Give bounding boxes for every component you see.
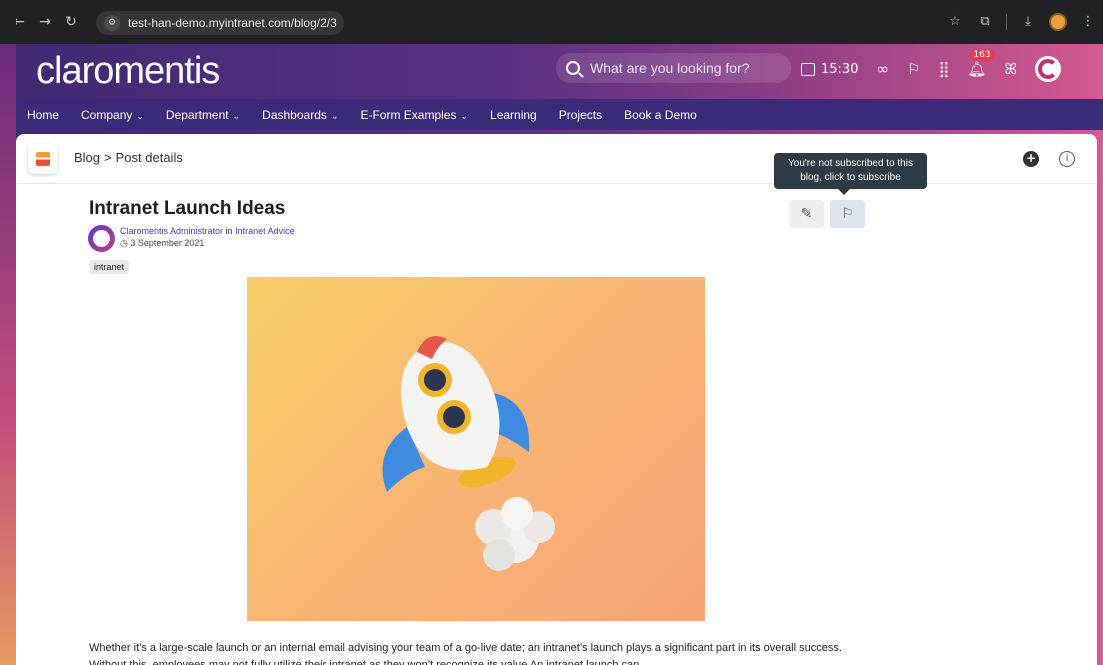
author-link[interactable]: Claromentis Administrator bbox=[120, 226, 223, 236]
nav-department[interactable]: Department ⌄ bbox=[166, 108, 240, 122]
url-text: test-han-demo.myintranet.com/blog/2/3 bbox=[128, 16, 337, 30]
header-actions: 15:30 ∞ ⚐ ⣿ 🔔︎ 163 ꕤ bbox=[801, 49, 1061, 82]
breadcrumb-blog-link[interactable]: Blog bbox=[74, 150, 100, 165]
chevron-down-icon: ⌄ bbox=[136, 110, 144, 121]
apps-grid-icon[interactable]: ⣿ bbox=[938, 59, 949, 79]
add-icon[interactable]: + bbox=[1023, 151, 1039, 167]
nav-label: Company bbox=[81, 107, 133, 122]
tag-badge[interactable]: intranet bbox=[89, 260, 130, 274]
bell-icon: 🔔︎ bbox=[967, 60, 987, 78]
blog-app-icon bbox=[28, 144, 58, 174]
category-link[interactable]: Intranet Advice bbox=[235, 226, 295, 236]
nav-learning[interactable]: Learning bbox=[490, 108, 537, 122]
hero-image bbox=[247, 277, 705, 621]
search-input[interactable] bbox=[590, 60, 780, 76]
nav-company[interactable]: Company ⌄ bbox=[81, 108, 144, 122]
nav-book-demo[interactable]: Book a Demo bbox=[624, 108, 697, 122]
user-avatar[interactable] bbox=[1034, 56, 1061, 82]
bookmark-icon[interactable]: ⚐ bbox=[907, 59, 920, 79]
post-title: Intranet Launch Ideas bbox=[89, 198, 286, 219]
info-icon[interactable]: i bbox=[1059, 151, 1075, 167]
rocket-illustration bbox=[382, 335, 555, 571]
edit-icon: ✎ bbox=[800, 206, 813, 222]
nav-home[interactable]: Home bbox=[27, 108, 59, 122]
nav-label: E-Form Examples bbox=[360, 107, 457, 122]
calendar-icon bbox=[801, 62, 815, 76]
content-card: Blog > Post details + i You're not subscri… bbox=[16, 134, 1097, 665]
post-date: ◷ 3 September 2021 bbox=[120, 238, 204, 249]
people-icon[interactable]: ꕤ bbox=[1004, 59, 1016, 79]
link-icon[interactable]: ∞ bbox=[876, 59, 889, 79]
nav-label: Dashboards bbox=[262, 107, 327, 122]
author-avatar[interactable] bbox=[88, 225, 115, 252]
search-icon bbox=[566, 61, 580, 75]
nav-label: Projects bbox=[558, 107, 603, 122]
forward-icon[interactable]: → bbox=[36, 13, 54, 31]
nav-label: Book a Demo bbox=[624, 107, 697, 122]
tooltip-line: You're not subscribed to this bbox=[788, 158, 913, 169]
app-window: claromentis 15:30 ∞ ⚐ ⣿ 🔔︎ 163 ꕤ Home Co… bbox=[16, 44, 1103, 665]
clock-icon: ◷ bbox=[120, 238, 128, 248]
browser-actions: ☆ ⧉ ⤓ ⋮ bbox=[946, 10, 1097, 34]
profile-icon[interactable] bbox=[1049, 13, 1067, 31]
app-header: claromentis 15:30 ∞ ⚐ ⣿ 🔔︎ 163 ꕤ bbox=[16, 44, 1103, 99]
tooltip-line: blog, click to subscribe bbox=[800, 172, 901, 183]
star-icon[interactable]: ☆ bbox=[946, 13, 964, 31]
nav-label: Home bbox=[27, 107, 60, 122]
divider bbox=[1006, 14, 1007, 30]
address-bar[interactable]: ⚙ test-han-demo.myintranet.com/blog/2/3 bbox=[96, 11, 344, 35]
nav-label: Learning bbox=[490, 107, 537, 122]
app-logo[interactable]: claromentis bbox=[36, 50, 220, 93]
notifications-button[interactable]: 🔔︎ 163 bbox=[967, 49, 995, 79]
in-word: in bbox=[225, 226, 233, 236]
browser-toolbar: ← → ↻ ⚙ test-han-demo.myintranet.com/blo… bbox=[0, 0, 1103, 44]
chevron-down-icon: ⌄ bbox=[460, 110, 469, 121]
extensions-icon[interactable]: ⧉ bbox=[976, 13, 994, 31]
edit-button[interactable]: ✎ bbox=[789, 200, 824, 228]
nav-dashboards[interactable]: Dashboards ⌄ bbox=[262, 108, 338, 122]
search-box[interactable] bbox=[556, 53, 791, 83]
page-header: Blog > Post details + i bbox=[16, 134, 1097, 184]
nav-eform-examples[interactable]: E-Form Examples ⌄ bbox=[360, 108, 468, 122]
reload-icon[interactable]: ↻ bbox=[62, 13, 80, 31]
site-info-icon[interactable]: ⚙ bbox=[104, 15, 120, 31]
window-backdrop bbox=[0, 0, 16, 665]
clock-time: 15:30 bbox=[821, 61, 859, 77]
more-icon[interactable]: ⋮ bbox=[1079, 13, 1097, 31]
notification-badge: 163 bbox=[969, 49, 995, 61]
nav-label: Department bbox=[165, 107, 229, 122]
nav-projects[interactable]: Projects bbox=[559, 108, 602, 122]
calendar-button[interactable]: 15:30 bbox=[801, 62, 858, 77]
post-body: Whether it’s a large-scale launch or an … bbox=[89, 642, 842, 665]
subscribe-tooltip: You're not subscribed to this blog, clic… bbox=[774, 153, 927, 195]
breadcrumb-current: Post details bbox=[115, 150, 183, 165]
flag-icon: ⚐ bbox=[841, 206, 854, 222]
subscribe-button[interactable]: ⚐ bbox=[830, 200, 865, 228]
post-date-text: 3 September 2021 bbox=[130, 238, 205, 248]
author-line: Claromentis Administrator in Intranet Ad… bbox=[120, 226, 295, 236]
breadcrumb-separator: > bbox=[104, 150, 112, 165]
chevron-down-icon: ⌄ bbox=[232, 110, 241, 121]
chevron-down-icon: ⌄ bbox=[330, 110, 339, 121]
breadcrumb: Blog > Post details bbox=[74, 150, 183, 165]
download-icon[interactable]: ⤓ bbox=[1019, 13, 1037, 31]
main-nav: Home Company ⌄ Department ⌄ Dashboards ⌄ E-… bbox=[16, 99, 1103, 130]
